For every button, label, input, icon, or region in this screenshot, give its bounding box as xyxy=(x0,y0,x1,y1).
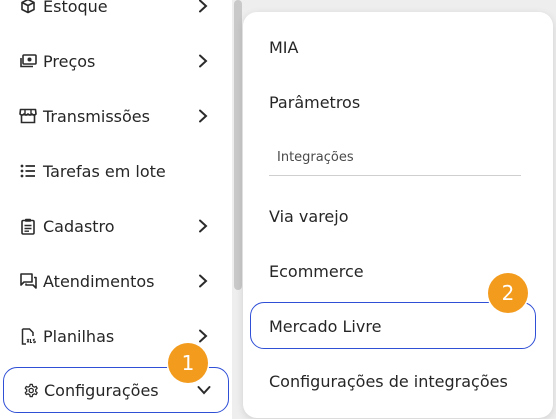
sidebar-item-label: Preços xyxy=(43,51,96,71)
sidebar-scrollbar[interactable] xyxy=(234,0,242,290)
sidebar-item-estoque[interactable]: Estoque xyxy=(0,0,228,29)
step-badge-2: 2 xyxy=(488,273,528,313)
sidebar-item-atendimentos[interactable]: Atendimentos xyxy=(0,258,228,304)
sidebar-item-precos[interactable]: Preços xyxy=(0,38,228,84)
list-icon xyxy=(19,162,37,180)
box-icon xyxy=(19,0,37,15)
chevron-down-icon xyxy=(196,382,212,398)
spreadsheet-file-icon xyxy=(19,327,37,345)
menu-item-via-varejo[interactable]: Via varejo xyxy=(269,207,349,226)
sidebar-item-label: Configurações xyxy=(44,380,159,400)
sidebar-item-tarefas-em-lote[interactable]: Tarefas em lote xyxy=(0,148,228,194)
sidebar-item-label: Atendimentos xyxy=(43,271,155,291)
chevron-right-icon xyxy=(195,0,211,14)
menu-item-mia[interactable]: MIA xyxy=(269,38,298,57)
money-icon xyxy=(19,52,37,70)
menu-item-parametros[interactable]: Parâmetros xyxy=(269,93,360,112)
step-badge-1: 1 xyxy=(168,343,208,383)
store-icon xyxy=(19,107,37,125)
menu-item-mercado-livre[interactable]: Mercado Livre xyxy=(269,317,381,336)
chevron-right-icon xyxy=(195,218,211,234)
sidebar-item-transmissoes[interactable]: Transmissões xyxy=(0,93,228,139)
configuracoes-submenu: MIA Parâmetros Integrações Via varejo Ec… xyxy=(243,12,553,418)
sidebar-item-label: Cadastro xyxy=(43,216,115,236)
chevron-right-icon xyxy=(195,53,211,69)
divider xyxy=(269,175,521,176)
section-label-integracoes: Integrações xyxy=(277,150,354,165)
sidebar-item-label: Tarefas em lote xyxy=(43,161,166,181)
chevron-right-icon xyxy=(195,273,211,289)
clipboard-icon xyxy=(19,217,37,235)
chevron-right-icon xyxy=(195,108,211,124)
gear-icon xyxy=(21,381,39,399)
menu-item-ecommerce[interactable]: Ecommerce xyxy=(269,262,364,281)
chevron-right-icon xyxy=(195,328,211,344)
sidebar-item-label: Planilhas xyxy=(43,326,115,346)
chat-icon xyxy=(19,272,37,290)
sidebar-item-label: Transmissões xyxy=(43,106,150,126)
menu-item-configuracoes-de-integracoes[interactable]: Configurações de integrações xyxy=(269,372,508,391)
sidebar-item-label: Estoque xyxy=(43,0,108,16)
sidebar-item-cadastro[interactable]: Cadastro xyxy=(0,203,228,249)
